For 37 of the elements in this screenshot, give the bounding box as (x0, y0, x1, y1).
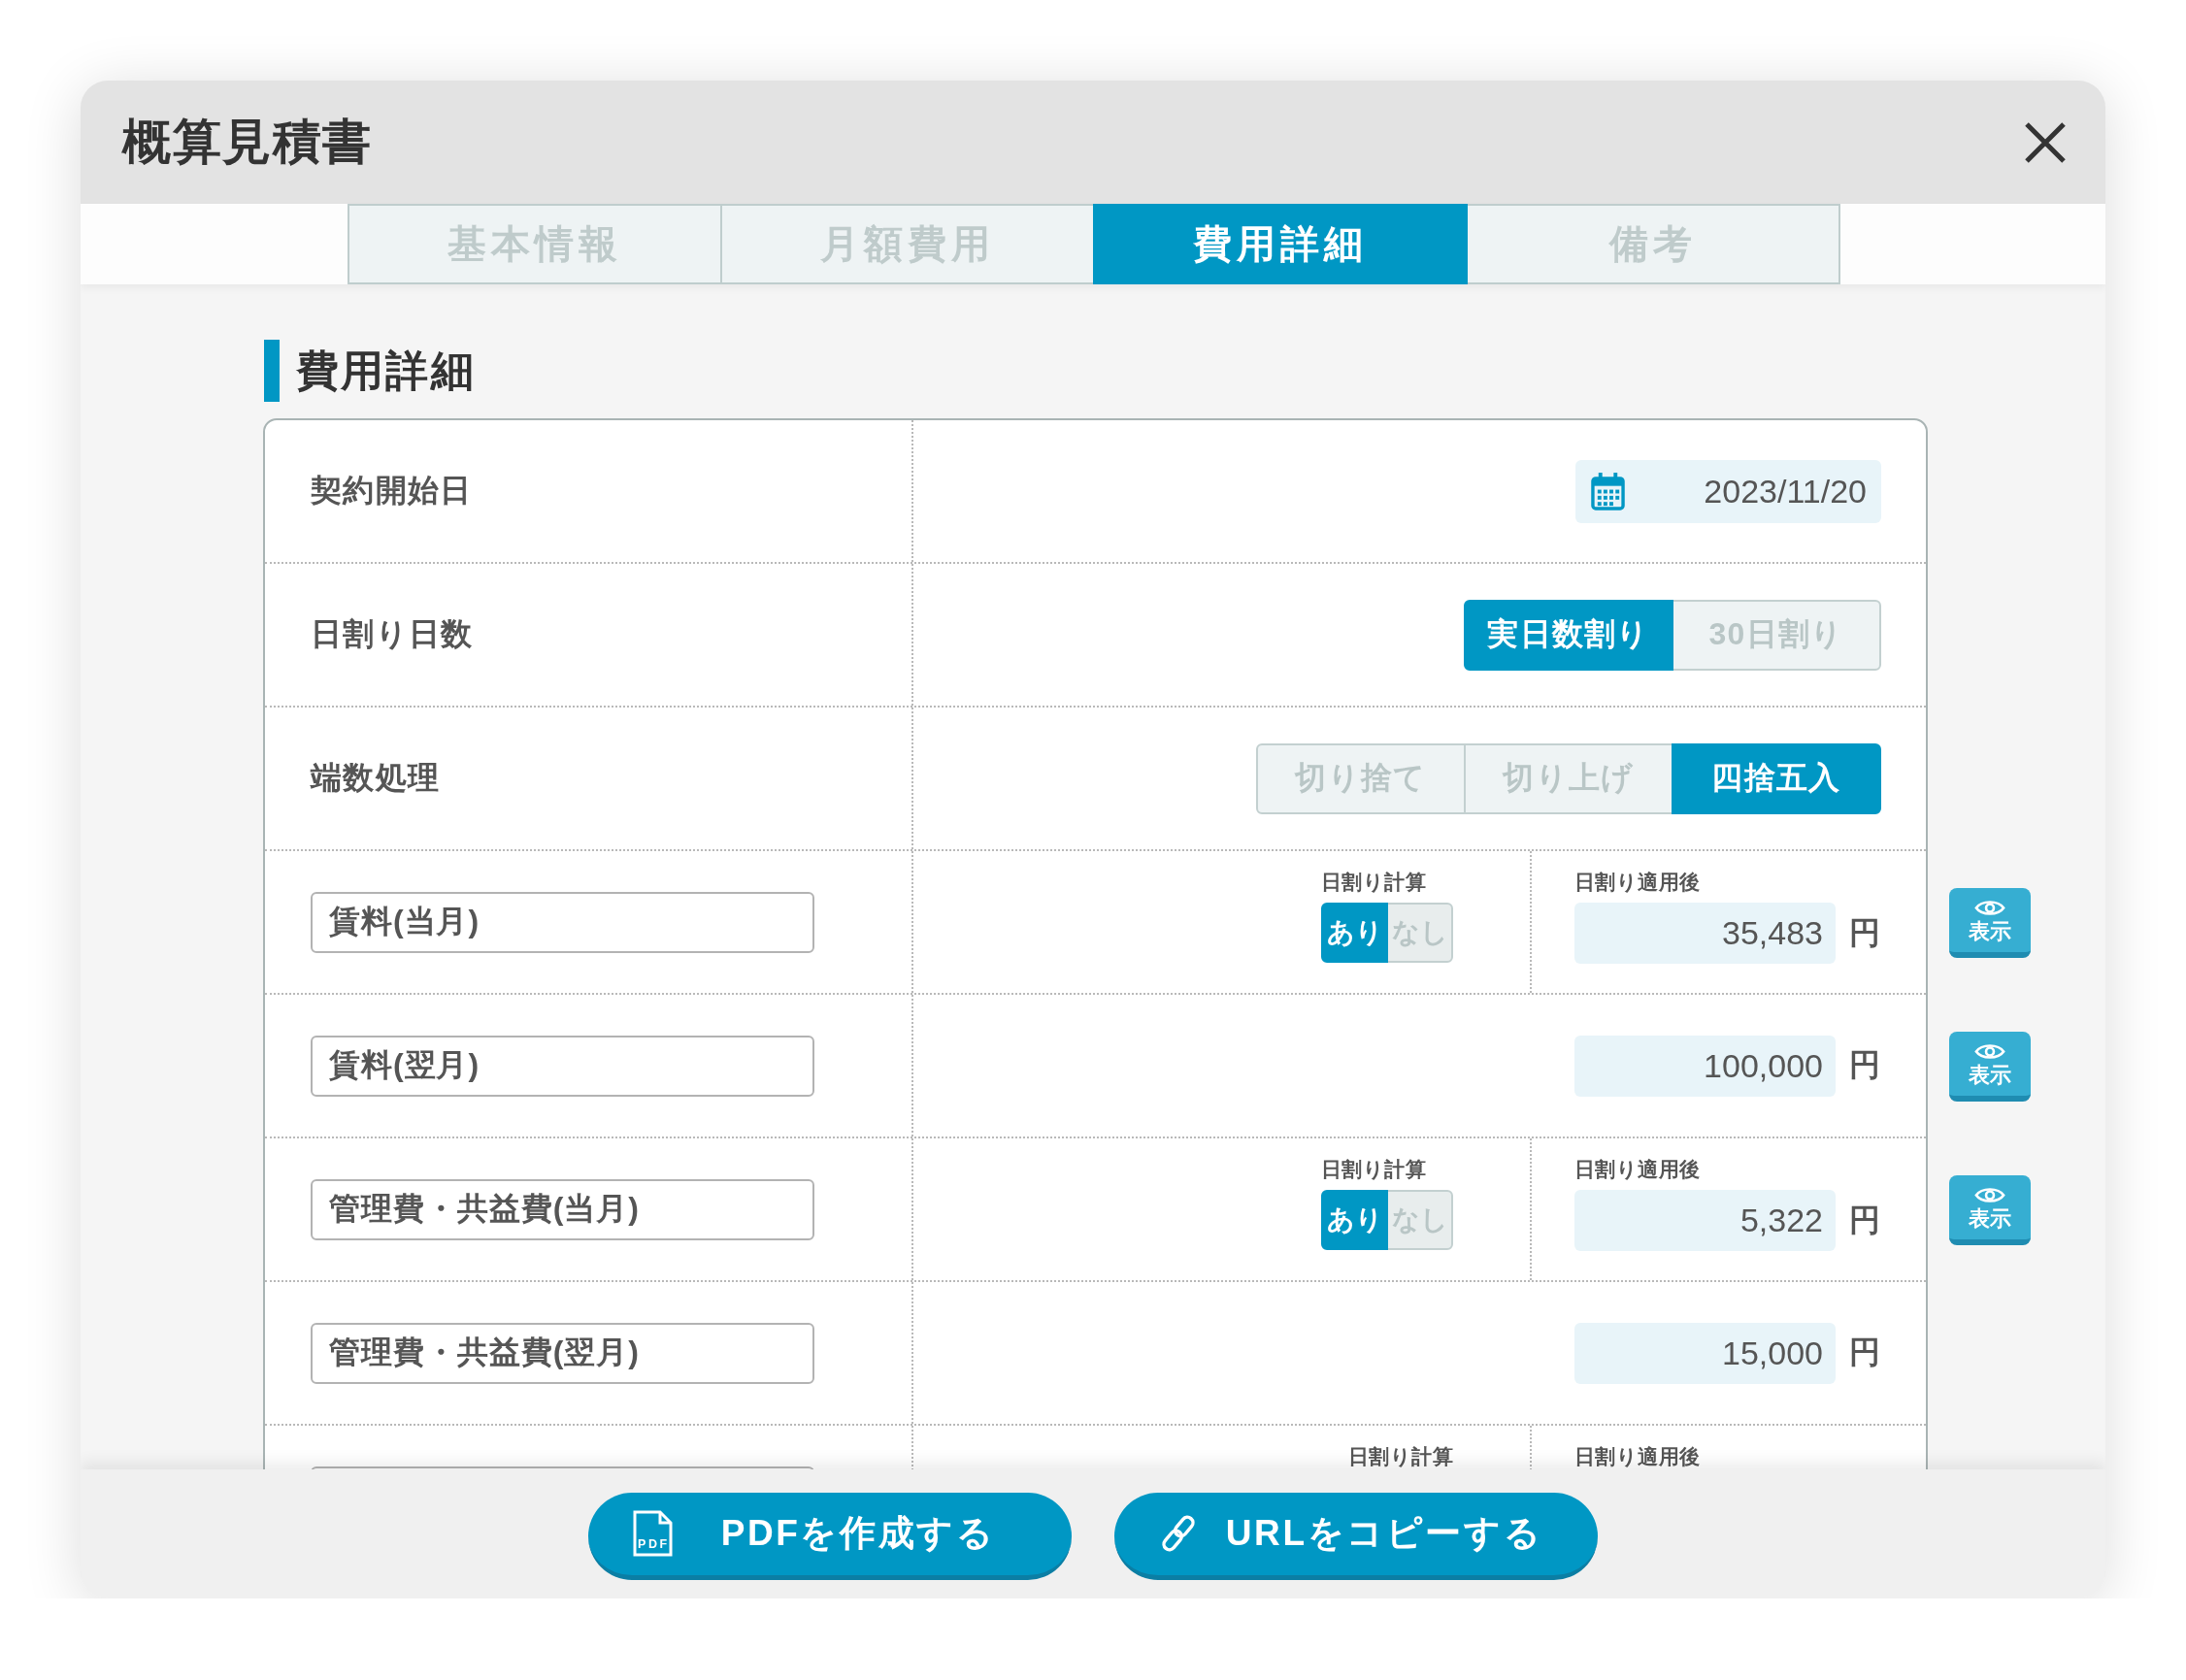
item-name-field[interactable]: 賃料(当月) (311, 891, 814, 953)
amount-field[interactable]: 15,000 (1574, 1322, 1836, 1384)
currency-unit: 円 (1849, 1046, 1880, 1084)
row-label: 端数処理 (311, 759, 441, 797)
date-field[interactable]: 2023/11/20 (1575, 459, 1881, 523)
calendar-icon (1591, 472, 1625, 511)
currency-unit: 円 (1849, 1334, 1880, 1371)
toggle-option[interactable]: あり (1321, 1190, 1388, 1250)
view-button[interactable]: 表示 (1949, 1175, 2031, 1245)
item-name-field[interactable]: 管理費・共益費(当月) (311, 1178, 814, 1240)
field-label: 日割り適用後 (1574, 1159, 1701, 1180)
view-button[interactable]: 表示 (1949, 1032, 2031, 1102)
amount-field[interactable]: 100,000 (1574, 1035, 1836, 1097)
tab[interactable]: 費用詳細 (1093, 204, 1468, 284)
field-label: 日割り適用後 (1574, 1446, 1701, 1467)
segment-option[interactable]: 実日数割り (1464, 599, 1673, 671)
create-pdf-button[interactable]: PDF PDFを作成する (588, 1492, 1072, 1580)
pdf-document-icon: PDF (631, 1510, 674, 1557)
row-label: 日割り日数 (311, 615, 474, 653)
field-label: 日割り計算 (1347, 1446, 1453, 1467)
toggle-option[interactable]: あり (1321, 903, 1388, 963)
window-title: 概算見積書 (122, 114, 373, 171)
view-button[interactable]: 表示 (1949, 888, 2031, 958)
item-name-field[interactable]: 賃料(翌月) (311, 1035, 814, 1097)
close-icon (2023, 119, 2068, 165)
amount-field[interactable]: 5,322 (1574, 1190, 1836, 1251)
field-label: 日割り適用後 (1574, 872, 1701, 893)
row-label: 契約開始日 (311, 472, 473, 510)
amount-field[interactable]: 35,483 (1574, 903, 1836, 964)
currency-unit: 円 (1849, 1201, 1880, 1239)
section-heading: 費用詳細 (264, 340, 476, 402)
field-label: 日割り計算 (1321, 872, 1427, 893)
segment-option[interactable]: 四捨五入 (1672, 742, 1881, 814)
copy-url-button[interactable]: URLをコピーする (1114, 1492, 1598, 1580)
item-name-field[interactable]: 管理費・共益費(翌月) (311, 1322, 814, 1384)
field-label: 日割り計算 (1321, 1159, 1427, 1180)
currency-unit: 円 (1849, 913, 1880, 952)
